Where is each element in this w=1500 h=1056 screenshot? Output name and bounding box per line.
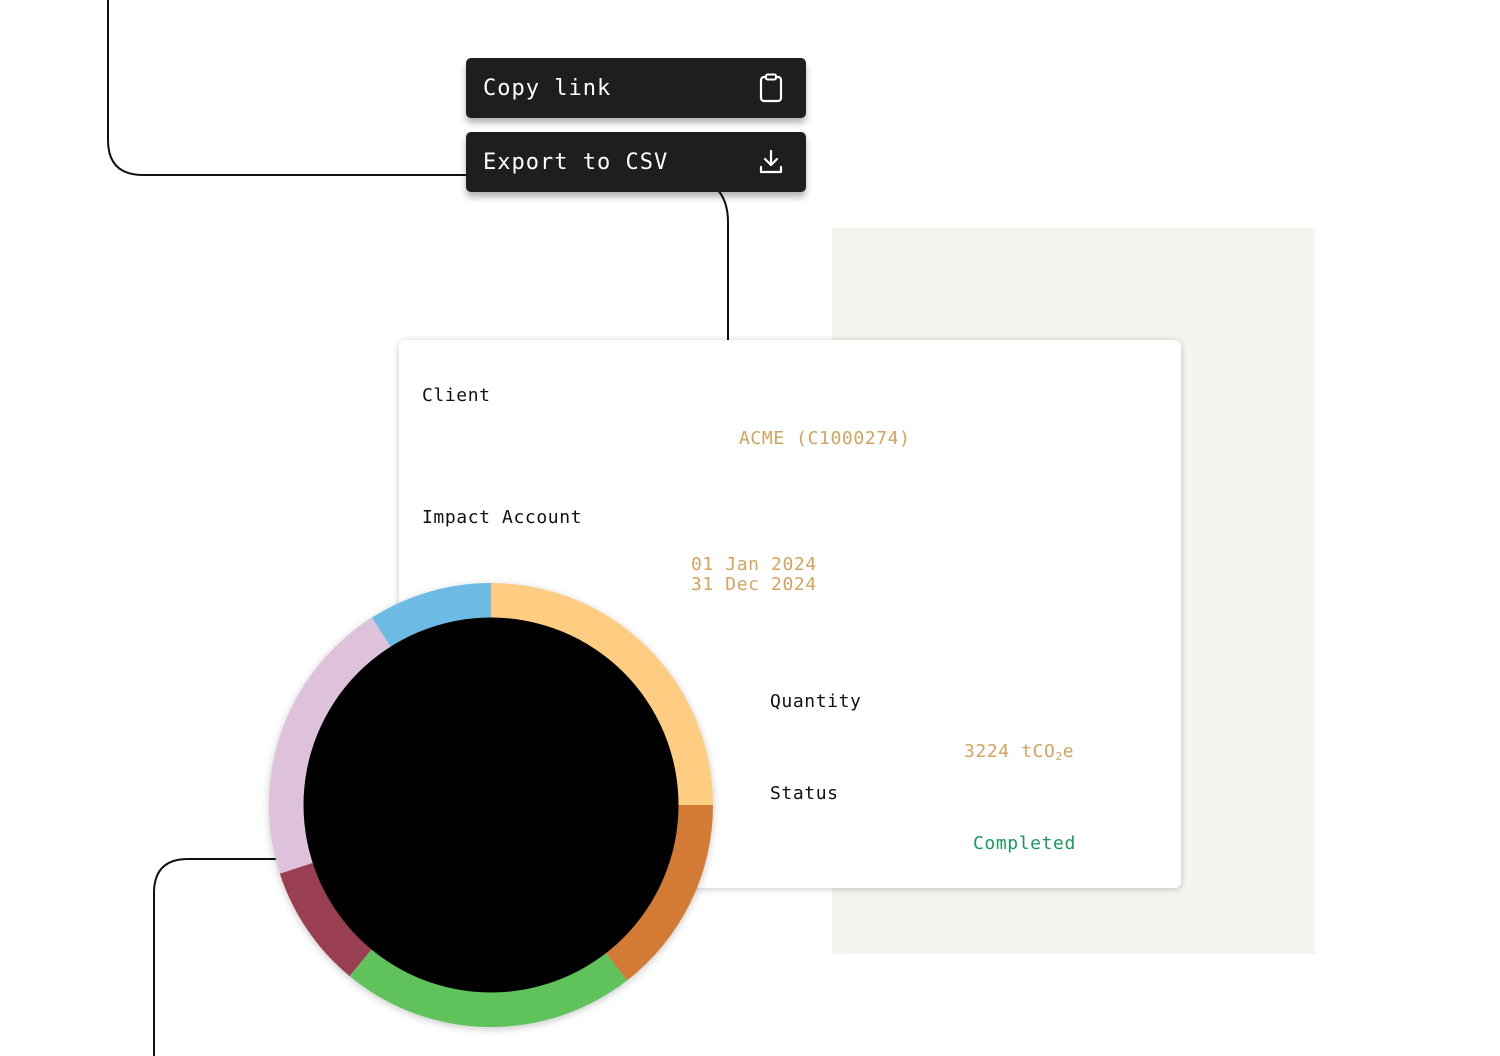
quantity-unit-suffix: e xyxy=(1062,741,1075,762)
connector-line-top-left xyxy=(107,0,468,176)
client-label: Client xyxy=(422,385,491,406)
quantity-unit-subscript: 2 xyxy=(1055,750,1063,763)
copy-link-label: Copy link xyxy=(483,75,612,101)
donut-chart xyxy=(268,582,714,1028)
status-value: Completed xyxy=(973,833,1076,854)
download-icon xyxy=(758,147,784,177)
quantity-value: 3224 tCO2e xyxy=(964,742,1074,767)
copy-link-button[interactable]: Copy link xyxy=(466,58,806,118)
clipboard-icon xyxy=(758,73,784,103)
client-value: ACME (C1000274) xyxy=(739,428,911,449)
connector-line-bottom-left xyxy=(153,858,282,1056)
quantity-label: Quantity xyxy=(770,691,862,712)
export-to-csv-label: Export to CSV xyxy=(483,149,669,175)
connector-line-center xyxy=(715,187,729,341)
impact-account-label: Impact Account xyxy=(422,507,583,528)
quantity-amount: 3224 xyxy=(964,741,1010,762)
quantity-unit-prefix: tCO xyxy=(1021,741,1056,762)
donut-center xyxy=(303,617,679,993)
export-to-csv-button[interactable]: Export to CSV xyxy=(466,132,806,192)
status-label: Status xyxy=(770,783,839,804)
impact-account-start-date: 01 Jan 2024 xyxy=(691,554,817,575)
